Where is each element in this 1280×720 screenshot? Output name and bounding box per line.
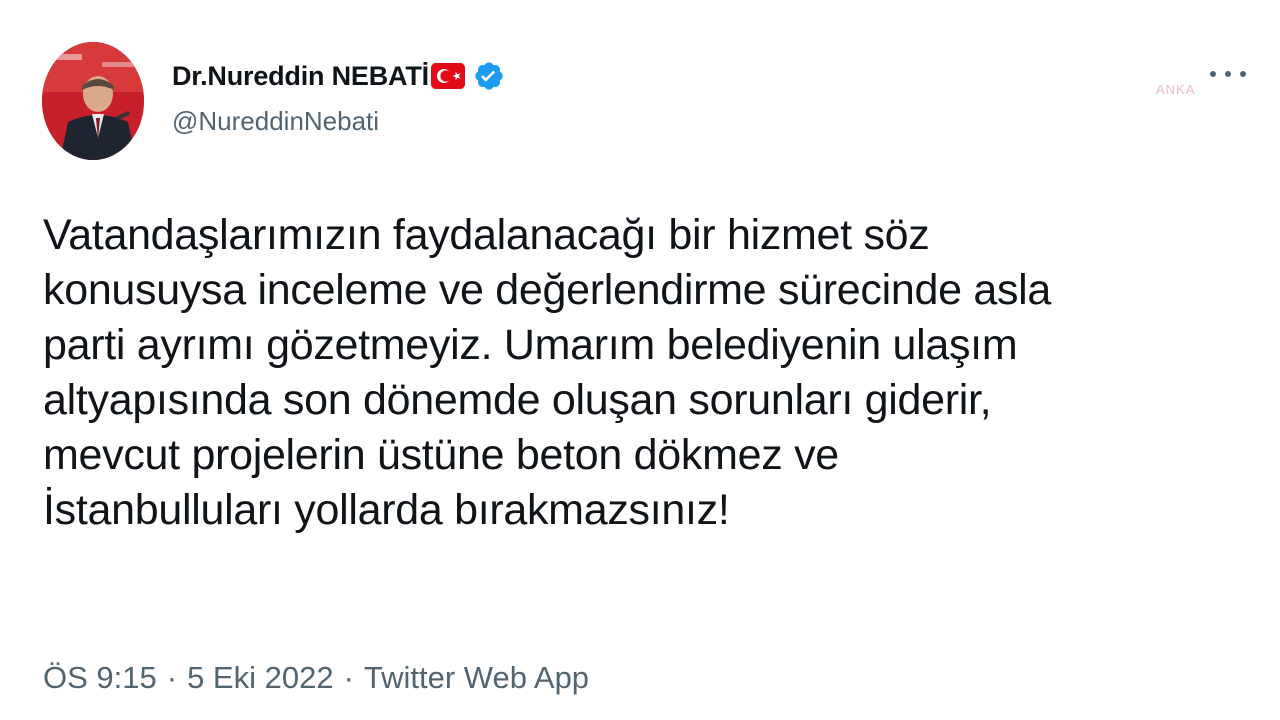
tweet-text: Vatandaşlarımızın faydalanacağı bir hizm…: [43, 211, 1052, 534]
watermark-logo: ANKA: [1156, 82, 1196, 97]
separator: ·: [166, 660, 178, 695]
dot: [1225, 71, 1231, 77]
tweet-metadata: ÖS 9:15 · 5 Eki 2022 · Twitter Web App: [43, 660, 589, 696]
turkey-flag-icon: [430, 63, 465, 89]
author-name-row[interactable]: Dr.Nureddin NEBATİ: [172, 58, 505, 94]
more-options-icon[interactable]: [1210, 60, 1246, 88]
avatar[interactable]: [42, 42, 144, 160]
author-handle[interactable]: @NureddinNebati: [172, 106, 379, 137]
verified-badge-icon: [473, 60, 505, 92]
dot: [1210, 71, 1216, 77]
separator: ·: [343, 660, 354, 695]
tweet-source: Twitter Web App: [363, 660, 590, 695]
dot: [1240, 71, 1246, 77]
tweet-card: Dr.Nureddin NEBATİ @NureddinNebati ANKA …: [0, 0, 1280, 720]
tweet-date[interactable]: 5 Eki 2022: [187, 660, 334, 696]
tweet-time[interactable]: ÖS 9:15: [43, 660, 157, 696]
author-display-name[interactable]: Dr.Nureddin NEBATİ: [172, 61, 429, 92]
